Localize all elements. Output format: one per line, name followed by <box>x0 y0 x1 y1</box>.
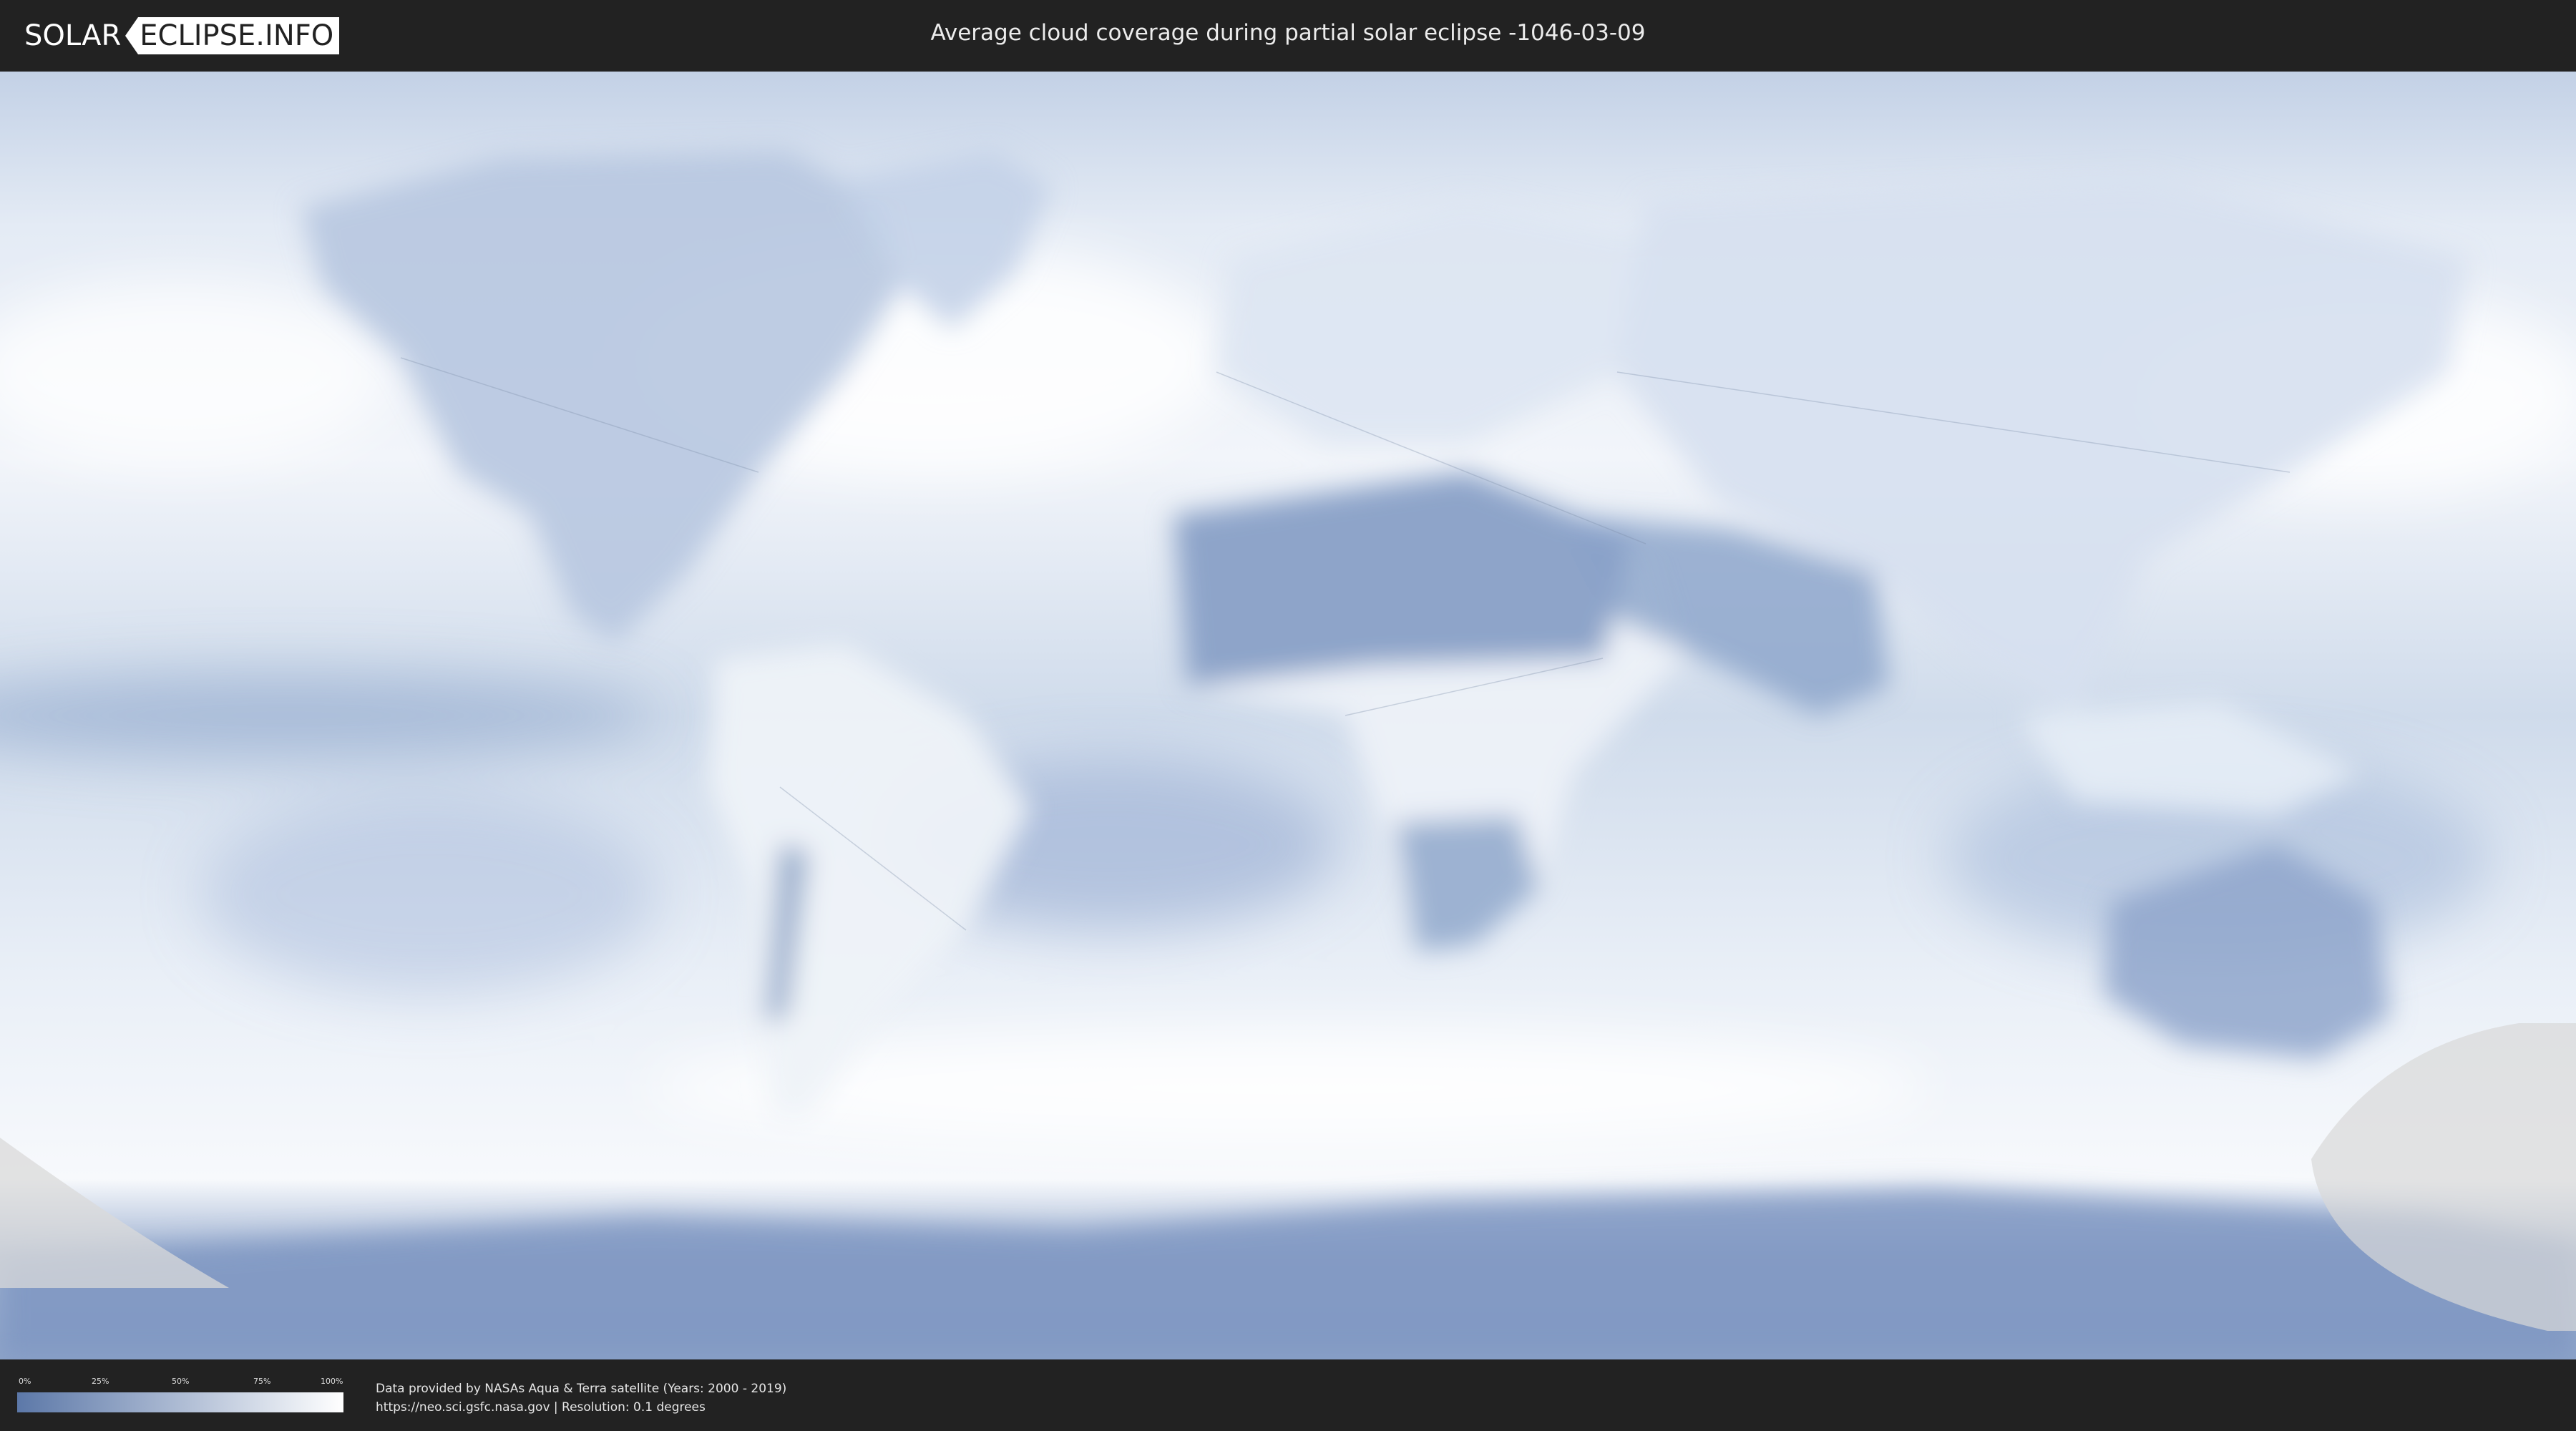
legend-tick-100: 100% <box>321 1377 343 1386</box>
legend-ticks: 0% 25% 50% 75% 100% <box>17 1377 343 1388</box>
legend-tick-25: 25% <box>92 1377 109 1386</box>
legend-tick-50: 50% <box>172 1377 190 1386</box>
cloud-coverage-legend: 0% 25% 50% 75% 100% <box>17 1377 343 1414</box>
cloud-coverage-map <box>0 72 2576 1359</box>
credit-line-source: Data provided by NASAs Aqua & Terra sate… <box>376 1382 787 1396</box>
legend-tick-75: 75% <box>253 1377 271 1386</box>
legend-tick-0: 0% <box>19 1377 31 1386</box>
credit-line-url: https://neo.sci.gsfc.nasa.gov | Resoluti… <box>376 1400 706 1415</box>
world-map-svg <box>0 72 2576 1359</box>
data-credits: Data provided by NASAs Aqua & Terra sate… <box>376 1379 786 1417</box>
footer-bar: 0% 25% 50% 75% 100% Data provided by NAS… <box>0 1359 2576 1431</box>
header-bar: SOLAR ECLIPSE.INFO Average cloud coverag… <box>0 0 2576 72</box>
page-title: Average cloud coverage during partial so… <box>930 20 1646 46</box>
legend-color-bar <box>17 1392 343 1412</box>
